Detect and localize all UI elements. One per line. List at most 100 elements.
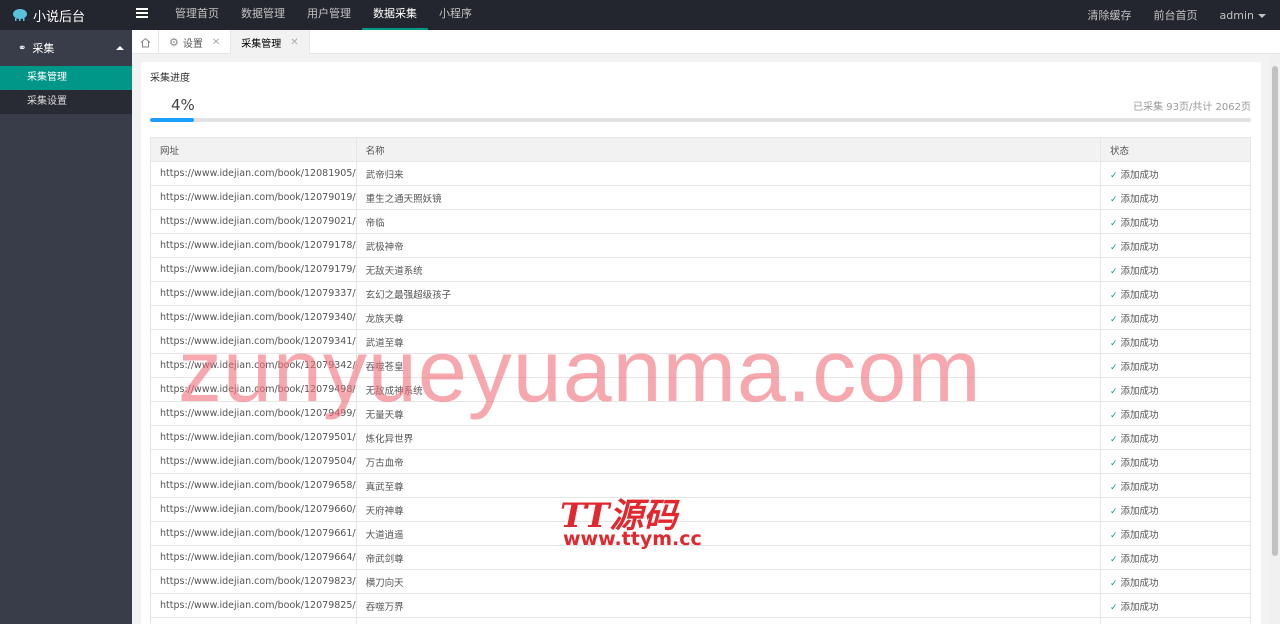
gear-icon: ⚙ <box>169 35 179 49</box>
tab-collect-manage[interactable]: 采集管理 ✕ <box>231 30 310 54</box>
progress-bar <box>150 118 1251 122</box>
chevron-up-icon <box>116 46 124 50</box>
topnav-data-collect[interactable]: 数据采集 <box>362 0 428 30</box>
cell-url: https://www.idejian.com/book/12079660/ <box>150 497 357 522</box>
cell-url: https://www.idejian.com/book/12079501/ <box>150 425 357 450</box>
cell-name: 帝武剑尊 <box>355 545 1102 570</box>
topnav-data-manage[interactable]: 数据管理 <box>230 0 296 30</box>
table-row: https://www.idejian.com/book/12079823/横刀… <box>150 569 1251 594</box>
progress-fill <box>150 118 195 122</box>
topnav-user-manage[interactable]: 用户管理 <box>296 0 362 30</box>
table-header-row: 网址 名称 状态 <box>150 137 1251 162</box>
cell-url: https://www.idejian.com/book/12079504/ <box>150 449 357 474</box>
topnav-home[interactable]: 管理首页 <box>164 0 230 30</box>
cell-url: https://www.idejian.com/book/12079498/ <box>150 377 357 402</box>
top-nav: 管理首页 数据管理 用户管理 数据采集 小程序 <box>164 0 483 30</box>
table-row: https://www.idejian.com/book/12079337/玄幻… <box>150 281 1251 306</box>
cell-status: ✓ 添加成功 <box>1100 209 1251 234</box>
progress-note: 已采集 93页/共计 2062页 <box>1133 102 1251 113</box>
home-tab[interactable] <box>132 30 159 54</box>
collect-table: 网址 名称 状态 https://www.idejian.com/book/12… <box>150 137 1251 624</box>
check-icon: ✓ <box>1110 218 1118 229</box>
sidebar-item-collect-manage[interactable]: 采集管理 <box>0 66 132 90</box>
cell-name: 吞噬万界 <box>355 593 1102 618</box>
tabs-bar: ⚙ 设置 ✕ 采集管理 ✕ <box>132 30 1280 54</box>
cloud-logo-icon <box>13 9 27 21</box>
check-icon: ✓ <box>1110 410 1118 421</box>
cell-status: ✓ 添加成功 <box>1100 161 1251 186</box>
close-icon[interactable]: ✕ <box>290 37 298 48</box>
table-row: https://www.idejian.com/book/12079498/无敌… <box>150 377 1251 402</box>
cell-name: 龙族天尊 <box>355 305 1102 330</box>
table-row: https://www.idejian.com/book/12079504/万古… <box>150 449 1251 474</box>
user-menu[interactable]: admin <box>1220 9 1266 22</box>
table-row: https://www.idejian.com/book/12079658/真武… <box>150 473 1251 498</box>
cell-name: 炼化异世界 <box>355 425 1102 450</box>
link-icon: ⚭ <box>18 42 27 54</box>
clear-cache-link[interactable]: 清除缓存 <box>1088 7 1132 23</box>
cell-url: https://www.idejian.com/book/12079823/ <box>150 569 357 594</box>
cell-name: 天府神尊 <box>355 497 1102 522</box>
header-name: 名称 <box>355 137 1102 162</box>
check-icon: ✓ <box>1110 578 1118 589</box>
home-icon <box>140 37 150 47</box>
cell-name: 吞噬苍皇 <box>355 353 1102 378</box>
check-icon: ✓ <box>1110 386 1118 397</box>
cell-url: https://www.idejian.com/book/12079664/ <box>150 545 357 570</box>
check-icon: ✓ <box>1110 170 1118 181</box>
status-text: 添加成功 <box>1120 289 1159 301</box>
check-icon: ✓ <box>1110 242 1118 253</box>
top-right-menu: 清除缓存 前台首页 admin <box>1066 0 1266 30</box>
check-icon: ✓ <box>1110 530 1118 541</box>
sidebar: ⚭ 采集 采集管理 采集设置 <box>0 30 132 624</box>
table-row: https://www.idejian.com/book/12079661/大道… <box>150 521 1251 546</box>
progress-percent: 4% <box>171 96 195 114</box>
cell-name: 万古血帝 <box>355 449 1102 474</box>
tab-settings[interactable]: ⚙ 设置 ✕ <box>159 30 232 54</box>
cell-url: https://www.idejian.com/book/12079179/ <box>150 257 357 282</box>
table-row: https://www.idejian.com/book/12079826/ <box>150 617 1251 624</box>
frontend-home-link[interactable]: 前台首页 <box>1154 7 1198 23</box>
check-icon: ✓ <box>1110 506 1118 517</box>
page-scrollbar[interactable] <box>1270 54 1280 624</box>
cell-url: https://www.idejian.com/book/12079499/ <box>150 401 357 426</box>
cell-status: ✓ 添加成功 <box>1100 473 1251 498</box>
header-status: 状态 <box>1100 137 1251 162</box>
status-text: 添加成功 <box>1120 457 1159 469</box>
status-text: 添加成功 <box>1120 385 1159 397</box>
check-icon: ✓ <box>1110 290 1118 301</box>
table-row: https://www.idejian.com/book/12079660/天府… <box>150 497 1251 522</box>
check-icon: ✓ <box>1110 458 1118 469</box>
table-row: https://www.idejian.com/book/12079664/帝武… <box>150 545 1251 570</box>
header-url: 网址 <box>150 137 357 162</box>
cell-name: 武帝归来 <box>355 161 1102 186</box>
table-row: https://www.idejian.com/book/12079825/吞噬… <box>150 593 1251 618</box>
cell-url: https://www.idejian.com/book/12079021/ <box>150 209 357 234</box>
table-row: https://www.idejian.com/book/12079021/帝临… <box>150 209 1251 234</box>
app-title: 小说后台 <box>33 9 86 25</box>
collect-panel: 采集进度 4% 已采集 93页/共计 2062页 网址 名称 状态 https:… <box>141 62 1261 624</box>
menu-toggle-icon[interactable] <box>136 8 148 20</box>
cell-name: 横刀向天 <box>355 569 1102 594</box>
status-text: 添加成功 <box>1120 265 1159 277</box>
cell-status: ✓ 添加成功 <box>1100 593 1251 618</box>
cell-status: ✓ 添加成功 <box>1100 233 1251 258</box>
cell-url: https://www.idejian.com/book/12079178/ <box>150 233 357 258</box>
sidebar-group-collect[interactable]: ⚭ 采集 <box>0 30 132 66</box>
status-text: 添加成功 <box>1120 313 1159 325</box>
tab-settings-label: 设置 <box>182 38 203 50</box>
cell-url: https://www.idejian.com/book/12079826/ <box>150 617 357 624</box>
topnav-mini-program[interactable]: 小程序 <box>428 0 483 30</box>
scrollbar-thumb[interactable] <box>1272 66 1278 556</box>
sidebar-item-collect-settings[interactable]: 采集设置 <box>0 90 132 114</box>
status-text: 添加成功 <box>1120 169 1159 181</box>
close-icon[interactable]: ✕ <box>212 37 220 48</box>
caret-down-icon <box>1258 13 1266 18</box>
cell-name: 真武至尊 <box>355 473 1102 498</box>
check-icon: ✓ <box>1110 194 1118 205</box>
status-text: 添加成功 <box>1120 217 1159 229</box>
cell-url: https://www.idejian.com/book/12079342/ <box>150 353 357 378</box>
cell-status: ✓ 添加成功 <box>1100 401 1251 426</box>
cell-name: 武极神帝 <box>355 233 1102 258</box>
app-logo[interactable]: 小说后台 <box>0 0 132 30</box>
